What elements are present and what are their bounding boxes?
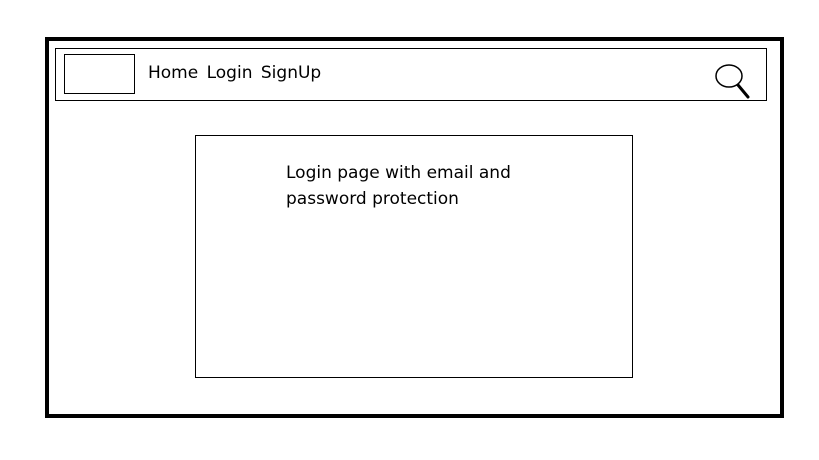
nav-link-home[interactable]: Home [148,62,198,84]
nav-link-login[interactable]: Login [207,62,253,84]
login-description: Login page with email and password prote… [286,163,511,209]
search-icon[interactable] [711,61,753,101]
nav-link-signup[interactable]: SignUp [261,62,321,84]
logo-placeholder[interactable] [64,54,135,94]
nav-links: Home Login SignUp [148,62,324,84]
navbar: Home Login SignUp [55,48,767,101]
content-panel: Login page with email and password prote… [195,135,633,378]
